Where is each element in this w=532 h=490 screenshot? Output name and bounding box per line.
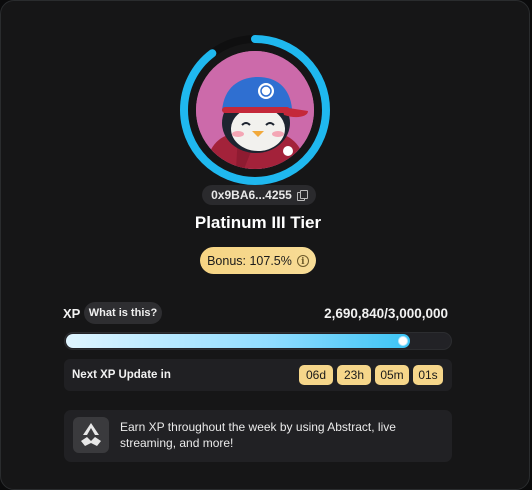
- countdown-hours: 23h: [337, 365, 371, 385]
- next-update-row: Next XP Update in 06d 23h 05m 01s: [64, 359, 452, 391]
- xp-progress-fill: [66, 334, 410, 348]
- penguin-avatar-icon: [196, 51, 314, 169]
- avatar: [196, 51, 314, 169]
- xp-progress-knob: [398, 336, 408, 346]
- info-icon[interactable]: i: [296, 254, 309, 267]
- countdown-seconds: 01s: [413, 365, 443, 385]
- xp-label: XP: [63, 306, 81, 321]
- copy-icon[interactable]: [296, 190, 308, 201]
- xp-tier-panel: 0x9BA6...4255 Platinum III Tier Bonus: 1…: [0, 0, 530, 490]
- xp-value: 2,690,840/3,000,000: [324, 306, 448, 321]
- bonus-label: Bonus: 107.5%: [207, 253, 292, 268]
- bonus-badge[interactable]: Bonus: 107.5% i: [200, 247, 316, 274]
- info-callout: Earn XP throughout the week by using Abs…: [64, 410, 452, 462]
- wallet-address: 0x9BA6...4255: [211, 188, 292, 202]
- next-update-label: Next XP Update in: [72, 369, 171, 381]
- info-text: Earn XP throughout the week by using Abs…: [120, 420, 396, 450]
- xp-progress-bar: [64, 332, 452, 350]
- what-is-this-button[interactable]: What is this?: [84, 302, 162, 324]
- avatar-progress-ring: [178, 33, 332, 187]
- tier-title: Platinum III Tier: [194, 213, 322, 232]
- wallet-address-pill[interactable]: 0x9BA6...4255: [202, 185, 316, 205]
- abstract-logo-icon: [73, 417, 109, 453]
- countdown-minutes: 05m: [375, 365, 409, 385]
- countdown-days: 06d: [299, 365, 333, 385]
